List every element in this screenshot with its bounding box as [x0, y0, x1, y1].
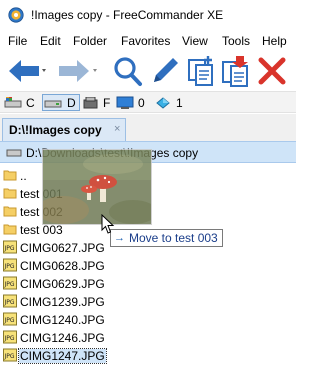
folder-icon — [3, 224, 17, 235]
close-tab-icon[interactable]: × — [114, 123, 120, 135]
title-bar: !Images copy - FreeCommander XE — [0, 0, 296, 30]
list-item-file[interactable]: JPG CIMG1246.JPG — [0, 328, 296, 347]
tab-label: D:\!Images copy — [9, 123, 102, 137]
drive-d-label: D — [67, 95, 76, 110]
edit-button[interactable] — [148, 54, 182, 88]
drive-c-label: C — [26, 95, 35, 110]
freecommander-app-icon — [8, 7, 24, 23]
list-item-file-selected[interactable]: JPG CIMG1247.JPG — [0, 346, 296, 365]
drive-network[interactable]: 1 — [154, 94, 183, 111]
edit-pencil-icon — [154, 58, 178, 82]
copy-button[interactable] — [186, 54, 218, 88]
drive-c[interactable]: C — [4, 94, 35, 111]
jpg-file-icon: JPG — [3, 348, 17, 362]
menu-view[interactable]: View — [182, 34, 208, 48]
forward-button[interactable] — [53, 54, 101, 88]
mushroom-photo-icon — [43, 150, 151, 224]
svg-text:JPG: JPG — [4, 335, 15, 342]
menu-help[interactable]: Help — [262, 34, 287, 48]
delete-icon — [258, 57, 286, 85]
tab-images-copy[interactable]: D:\!Images copy × — [2, 118, 126, 141]
drive-f[interactable]: F — [83, 94, 110, 111]
window-title: !Images copy - FreeCommander XE — [31, 8, 224, 22]
svg-text:JPG: JPG — [4, 353, 15, 360]
file-name: CIMG1239.JPG — [20, 295, 105, 309]
file-name: CIMG0629.JPG — [20, 277, 105, 291]
drive-f-icon — [83, 96, 98, 108]
move-icon — [222, 56, 248, 87]
mouse-cursor-icon — [101, 214, 115, 234]
menu-file[interactable]: File — [8, 34, 27, 48]
back-arrow-icon — [9, 60, 46, 82]
drag-thumbnail — [42, 149, 152, 225]
folder-icon — [3, 206, 17, 217]
desktop-icon — [116, 96, 134, 109]
file-name: CIMG0628.JPG — [20, 259, 105, 273]
delete-button[interactable] — [256, 54, 288, 88]
drive-c-icon — [4, 96, 22, 107]
list-item-file[interactable]: JPG CIMG0629.JPG — [0, 274, 296, 293]
move-arrow-icon: → — [114, 232, 125, 244]
file-name: CIMG1246.JPG — [20, 331, 105, 345]
file-name: .. — [20, 169, 27, 183]
drive-bar: C D F 0 1 — [0, 91, 296, 113]
menu-edit[interactable]: Edit — [40, 34, 61, 48]
file-name: CIMG1247.JPG — [18, 348, 107, 364]
svg-text:JPG: JPG — [4, 263, 15, 270]
drive-desktop[interactable]: 0 — [116, 94, 145, 111]
drive-d[interactable]: D — [42, 94, 80, 111]
back-button[interactable] — [5, 54, 49, 88]
search-button[interactable] — [112, 54, 144, 88]
menu-folder[interactable]: Folder — [73, 34, 107, 48]
drive-f-label: F — [103, 95, 111, 110]
file-name: CIMG0627.JPG — [20, 241, 105, 255]
drag-tooltip-text: Move to test 003 — [129, 231, 218, 245]
move-button[interactable] — [220, 54, 252, 88]
drive-d-icon — [44, 100, 62, 107]
svg-text:JPG: JPG — [4, 317, 15, 324]
folder-icon — [3, 188, 17, 199]
jpg-file-icon: JPG — [3, 276, 17, 290]
svg-text:JPG: JPG — [4, 245, 15, 252]
toolbar — [0, 52, 296, 90]
jpg-file-icon: JPG — [3, 240, 17, 254]
svg-text:JPG: JPG — [4, 299, 15, 306]
jpg-file-icon: JPG — [3, 312, 17, 326]
network-icon — [156, 96, 170, 109]
list-item-file[interactable]: JPG CIMG1239.JPG — [0, 292, 296, 311]
file-name: CIMG1240.JPG — [20, 313, 105, 327]
file-name: test 003 — [20, 223, 63, 237]
drive-network-label: 1 — [176, 95, 183, 110]
drive-icon — [6, 149, 22, 157]
list-item-file[interactable]: JPG CIMG1240.JPG — [0, 310, 296, 329]
drive-desktop-label: 0 — [138, 95, 145, 110]
jpg-file-icon: JPG — [3, 294, 17, 308]
tab-strip: D:\!Images copy × — [0, 114, 296, 141]
copy-icon — [188, 56, 213, 86]
menu-tools[interactable]: Tools — [222, 34, 250, 48]
search-icon — [114, 57, 142, 86]
svg-text:JPG: JPG — [4, 281, 15, 288]
list-item-file[interactable]: JPG CIMG0628.JPG — [0, 256, 296, 275]
folder-up-icon — [3, 170, 17, 181]
menu-bar: File Edit Folder Favorites View Tools He… — [0, 31, 296, 51]
drag-drop-tooltip: → Move to test 003 — [110, 229, 223, 247]
forward-arrow-icon — [59, 60, 97, 82]
jpg-file-icon: JPG — [3, 330, 17, 344]
menu-favorites[interactable]: Favorites — [121, 34, 170, 48]
jpg-file-icon: JPG — [3, 258, 17, 272]
